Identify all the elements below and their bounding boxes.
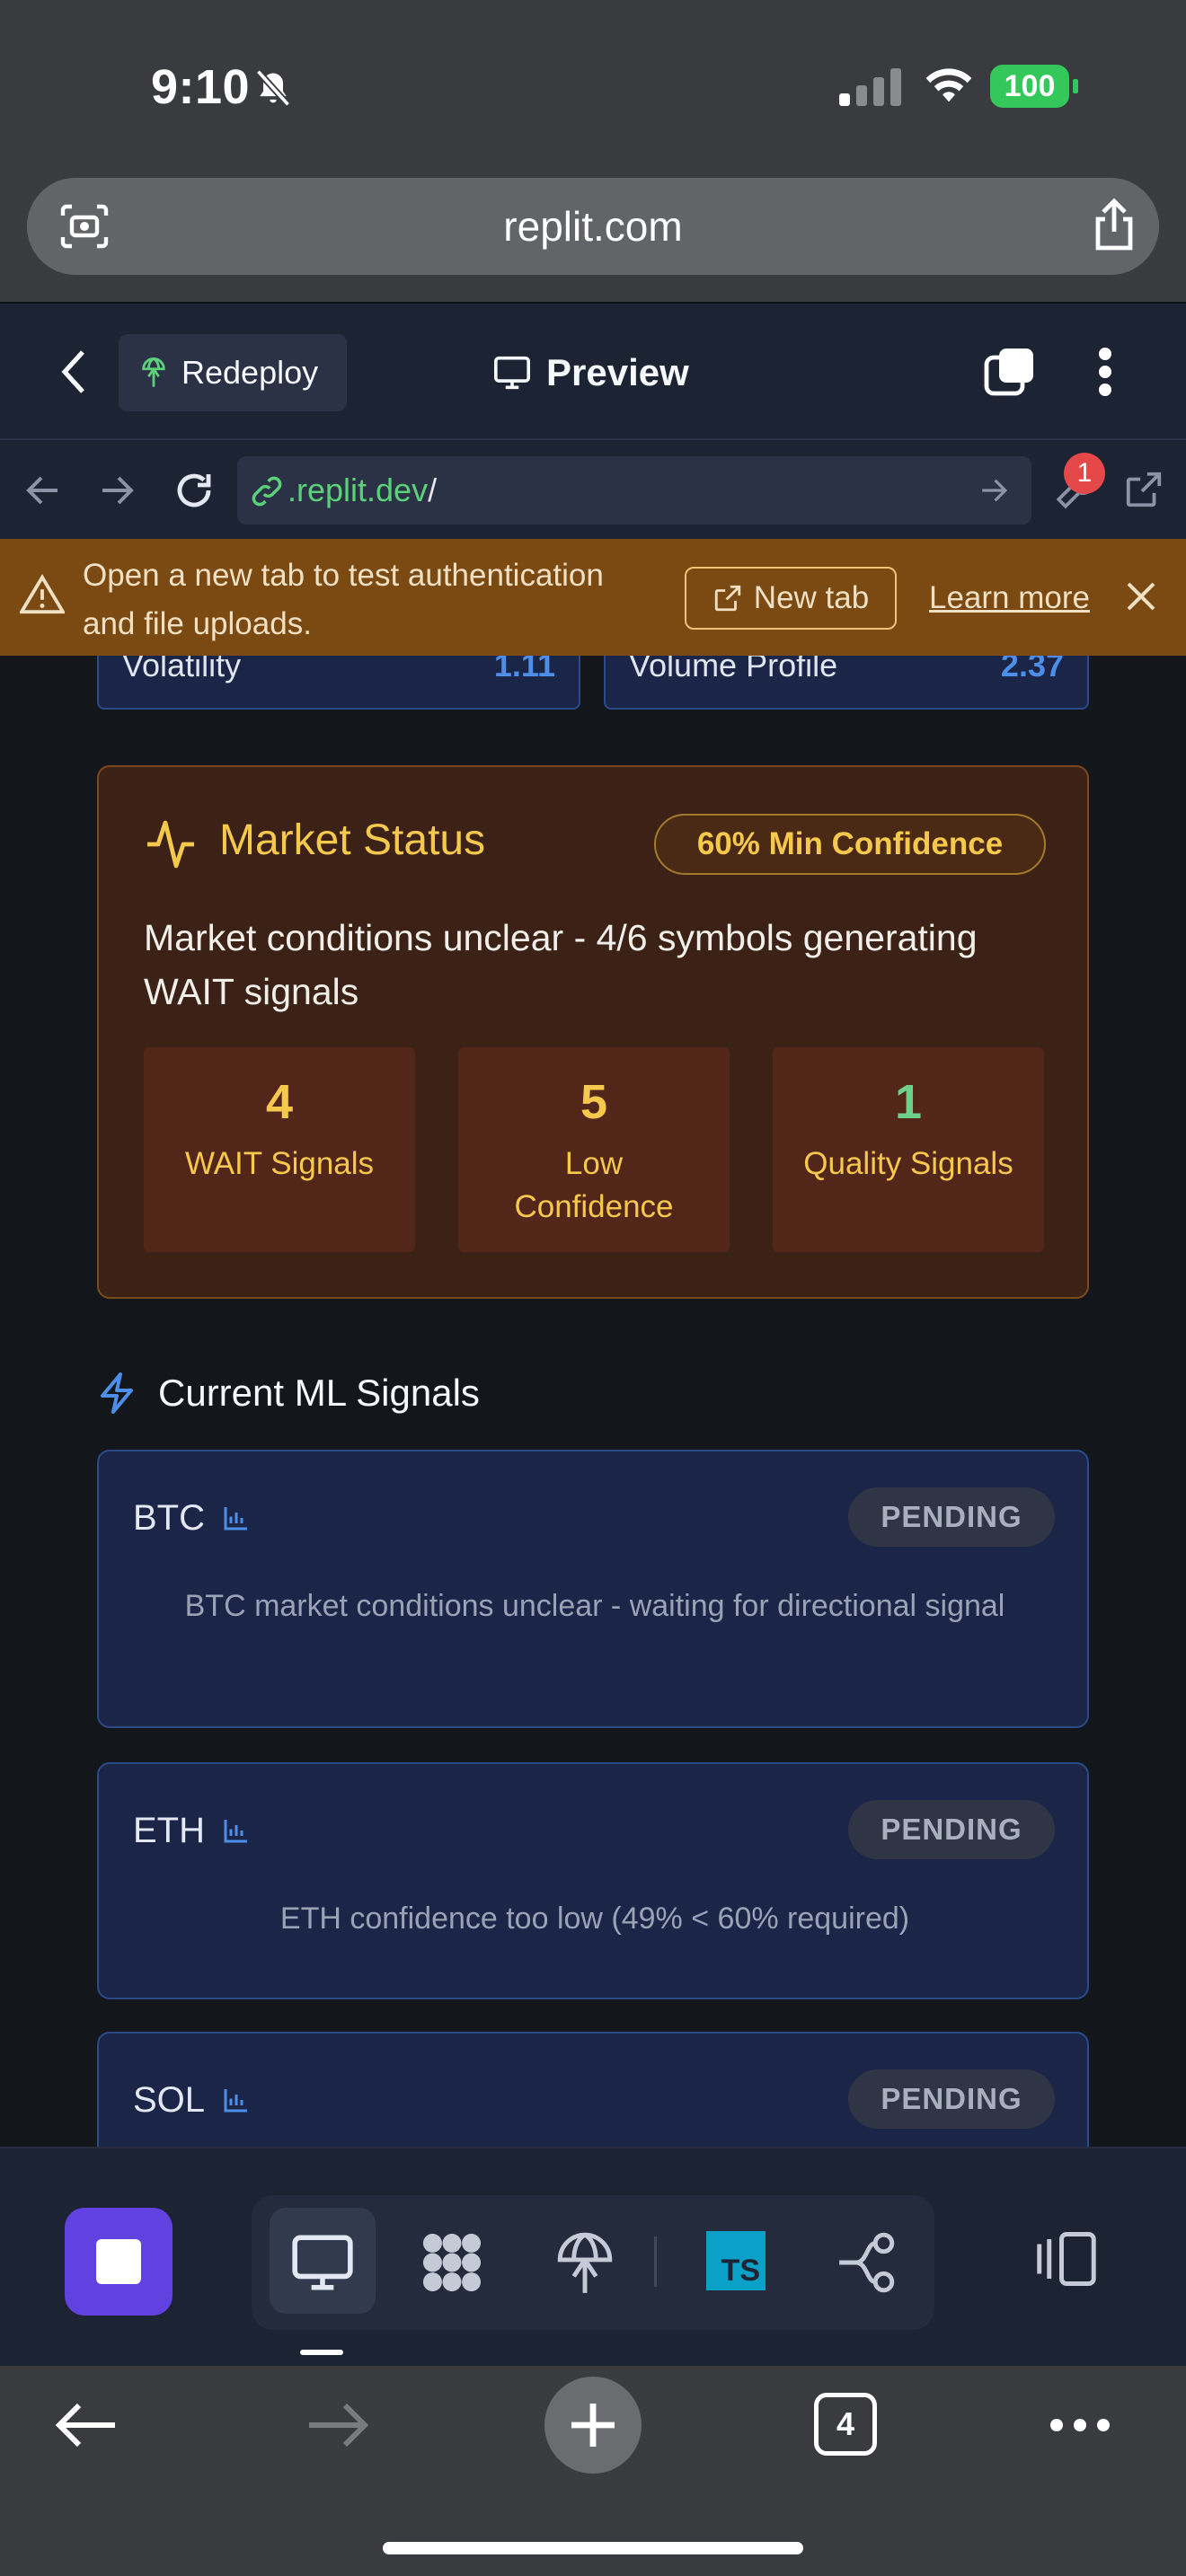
safari-forward-icon[interactable] bbox=[305, 2402, 370, 2448]
new-tab-button[interactable]: New tab bbox=[685, 567, 897, 630]
external-link-icon bbox=[712, 583, 743, 613]
workflows-grid-icon[interactable] bbox=[419, 2229, 485, 2296]
signal-card-eth[interactable]: ETH PENDING ETH confidence too low (49% … bbox=[97, 1762, 1089, 1999]
learn-more-link[interactable]: Learn more bbox=[929, 567, 1090, 630]
go-arrow-icon[interactable] bbox=[979, 476, 1008, 505]
close-icon[interactable] bbox=[1125, 580, 1157, 613]
signal-symbol: ETH bbox=[133, 1810, 205, 1850]
stat-label: WAIT Signals bbox=[184, 1146, 375, 1181]
link-icon bbox=[250, 474, 284, 508]
deployments-icon[interactable] bbox=[552, 2229, 618, 2296]
preview-content: Volatility 1.11 Volume Profile 2.37 Mark… bbox=[0, 656, 1186, 2147]
auth-warning-banner: Open a new tab to test authentication an… bbox=[0, 539, 1186, 656]
stat-wait-signals: 4 WAIT Signals bbox=[144, 1047, 415, 1252]
stop-icon bbox=[96, 2239, 141, 2284]
silent-mode-icon bbox=[253, 68, 293, 108]
safari-url-text: replit.com bbox=[503, 203, 683, 250]
preview-url-field[interactable]: .replit.dev / bbox=[237, 456, 1031, 525]
monitor-icon bbox=[492, 355, 532, 391]
banner-message: Open a new tab to test authentication an… bbox=[83, 558, 604, 641]
pane-switch-icon[interactable] bbox=[983, 345, 1037, 397]
metric-card-volatility: Volatility 1.11 bbox=[97, 656, 580, 710]
new-tab-plus-button[interactable] bbox=[544, 2377, 642, 2474]
wifi-icon bbox=[924, 65, 974, 106]
signal-symbol: BTC bbox=[133, 1497, 205, 1538]
metric-label: Volume Profile bbox=[629, 656, 838, 684]
nav-back-icon[interactable] bbox=[25, 472, 61, 508]
market-status-card: Market Status 60% Min Confidence Market … bbox=[97, 765, 1089, 1299]
preview-monitor-icon[interactable] bbox=[289, 2229, 356, 2296]
signal-card-btc[interactable]: BTC PENDING BTC market conditions unclea… bbox=[97, 1450, 1089, 1728]
split-panel-icon[interactable] bbox=[1033, 2229, 1100, 2289]
reload-icon[interactable] bbox=[173, 469, 216, 512]
notification-badge: 1 bbox=[1064, 453, 1105, 494]
redeploy-button[interactable]: Redeploy bbox=[119, 334, 347, 411]
tool-divider bbox=[654, 2236, 657, 2287]
more-horizontal-icon[interactable] bbox=[1049, 2418, 1111, 2432]
status-badge: PENDING bbox=[848, 1800, 1055, 1859]
signal-card-sol[interactable]: SOL PENDING bbox=[97, 2032, 1089, 2147]
stat-low-confidence: 5 Low Confidence bbox=[458, 1047, 730, 1252]
metric-value: 1.11 bbox=[493, 656, 555, 684]
home-indicator bbox=[383, 2542, 803, 2554]
market-status-description: Market conditions unclear - 4/6 symbols … bbox=[144, 917, 978, 1012]
signal-symbol: SOL bbox=[133, 2079, 206, 2120]
back-chevron-icon[interactable] bbox=[59, 347, 88, 397]
safari-top-bar: 9:10 100 replit.com bbox=[0, 0, 1186, 302]
lightning-icon bbox=[97, 1371, 137, 1416]
typescript-file-icon[interactable]: TS bbox=[706, 2231, 766, 2290]
warning-triangle-icon bbox=[20, 573, 65, 616]
ml-signals-header: Current ML Signals bbox=[97, 1362, 480, 1425]
stat-label: Low Confidence bbox=[514, 1146, 674, 1224]
replit-bottom-dock: TS bbox=[0, 2147, 1186, 2366]
signal-description: ETH confidence too low (49% < 60% requir… bbox=[279, 1901, 910, 1936]
more-vertical-icon[interactable] bbox=[1098, 347, 1112, 397]
git-branch-icon[interactable] bbox=[834, 2229, 900, 2296]
signal-description: BTC market conditions unclear - waiting … bbox=[184, 1589, 1005, 1623]
preview-tab-title: Preview bbox=[492, 334, 689, 411]
battery-indicator: 100 bbox=[990, 65, 1069, 108]
url-path: / bbox=[428, 472, 438, 508]
stat-label: Quality Signals bbox=[803, 1146, 1013, 1181]
status-time: 9:10 bbox=[151, 60, 251, 114]
safari-bottom-toolbar: 4 bbox=[0, 2366, 1186, 2576]
cellular-signal-icon bbox=[839, 68, 904, 106]
tool-switcher: TS bbox=[252, 2195, 934, 2330]
status-badge: PENDING bbox=[848, 1487, 1055, 1547]
safari-address-bar[interactable]: replit.com bbox=[27, 178, 1159, 275]
preview-url-row: .replit.dev / bbox=[0, 438, 1186, 539]
replit-header: Redeploy Preview bbox=[0, 302, 1186, 438]
stat-quality-signals: 1 Quality Signals bbox=[773, 1047, 1044, 1252]
stat-value: 4 bbox=[265, 1075, 294, 1129]
stat-value: 1 bbox=[894, 1075, 923, 1129]
url-domain: .replit.dev bbox=[288, 472, 429, 508]
market-status-title: Market Status bbox=[219, 816, 486, 864]
nav-forward-icon[interactable] bbox=[99, 472, 135, 508]
share-icon[interactable] bbox=[1093, 198, 1136, 251]
activity-pulse-icon bbox=[144, 817, 198, 869]
deployment-icon bbox=[138, 356, 169, 390]
bar-chart-icon bbox=[223, 1504, 250, 1531]
safari-back-icon[interactable] bbox=[54, 2402, 119, 2448]
status-badge: PENDING bbox=[848, 2069, 1055, 2129]
battery-tip bbox=[1073, 79, 1078, 93]
metric-value: 2.37 bbox=[1000, 656, 1064, 684]
bar-chart-icon bbox=[223, 2086, 250, 2113]
stat-value: 5 bbox=[580, 1075, 608, 1129]
plus-icon bbox=[571, 2404, 615, 2447]
bar-chart-icon bbox=[223, 1817, 250, 1844]
confidence-badge: 60% Min Confidence bbox=[654, 814, 1046, 875]
metric-label: Volatility bbox=[122, 656, 242, 684]
active-tool-indicator bbox=[300, 2350, 343, 2355]
metric-card-volume-profile: Volume Profile 2.37 bbox=[604, 656, 1089, 710]
open-external-icon[interactable] bbox=[1123, 469, 1164, 510]
tabs-button[interactable]: 4 bbox=[814, 2393, 877, 2456]
stop-button[interactable] bbox=[65, 2208, 173, 2316]
